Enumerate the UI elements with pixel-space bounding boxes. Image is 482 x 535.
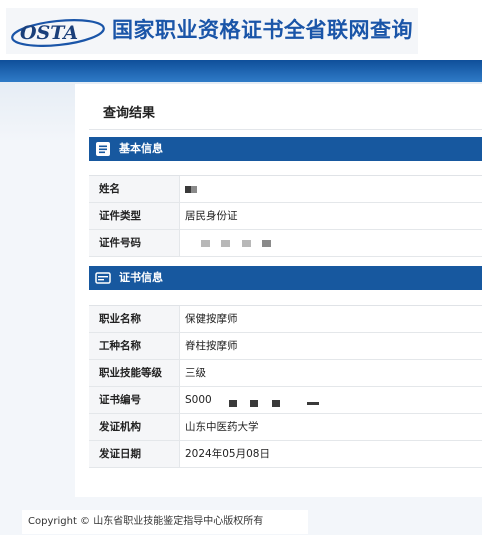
field-label: 证件类型 [99,210,141,222]
id-number-value [201,230,272,256]
field-label: 发证日期 [99,448,141,460]
field-label: 证书编号 [99,394,141,406]
field-value: 三级 [185,367,206,379]
site-title: 国家职业资格证书全省联网查询 [112,17,413,42]
table-row: 证件号码 [89,230,482,257]
redacted-mask [271,399,280,407]
table-row: 发证机构 山东中医药大学 [89,414,482,441]
section-label: 证书信息 [119,271,163,284]
redacted-mask [250,399,259,407]
table-row: 职业技能等级 三级 [89,360,482,387]
table-row: 证书编号 S000 [89,387,482,414]
section-cert-info: 证书信息 [89,266,482,290]
header-band [0,60,482,82]
document-list-icon [96,142,110,156]
redacted-mask [201,239,210,247]
logo-text: OSTA [20,22,78,44]
name-value [185,176,197,202]
redacted-mask [191,185,197,193]
cert-number-value: S000 [185,387,320,413]
field-label: 职业名称 [99,313,141,325]
site-header: OSTA 国家职业资格证书全省联网查询 [0,0,482,58]
redacted-mask [262,239,272,247]
section-basic-info: 基本信息 [89,137,482,161]
redacted-mask [307,401,320,405]
field-value: 脊柱按摩师 [185,340,238,352]
id-card-icon [95,272,111,284]
redacted-mask [229,399,238,407]
title-divider [89,129,482,130]
result-title: 查询结果 [103,106,156,121]
table-row: 证件类型 居民身份证 [89,203,482,230]
cert-info-table: 职业名称 保健按摩师 工种名称 脊柱按摩师 职业技能等级 三级 证书编号 S00… [89,305,482,468]
field-value: 居民身份证 [185,210,238,222]
field-value: 2024年05月08日 [185,448,270,460]
field-value: S000 [185,394,212,406]
redacted-mask [221,239,231,247]
result-card: 查询结果 基本信息 姓名 证件类型 居民身份证 证件号码 证书信息 职业名称 保… [75,84,482,497]
field-value: 山东中医药大学 [185,421,259,433]
table-row: 姓名 [89,176,482,203]
section-label: 基本信息 [119,142,163,155]
table-row: 发证日期 2024年05月08日 [89,441,482,468]
table-row: 职业名称 保健按摩师 [89,306,482,333]
redacted-mask [241,239,251,247]
basic-info-table: 姓名 证件类型 居民身份证 证件号码 [89,175,482,257]
field-label: 工种名称 [99,340,141,352]
field-label: 姓名 [99,183,120,195]
table-row: 工种名称 脊柱按摩师 [89,333,482,360]
field-value: 保健按摩师 [185,313,238,325]
field-label: 证件号码 [99,237,141,249]
field-label: 发证机构 [99,421,141,433]
field-label: 职业技能等级 [99,367,162,379]
copyright-footer: Copyright © 山东省职业技能鉴定指导中心版权所有 [22,510,308,534]
logo-banner: OSTA 国家职业资格证书全省联网查询 [6,8,418,54]
osta-logo: OSTA [11,19,105,47]
